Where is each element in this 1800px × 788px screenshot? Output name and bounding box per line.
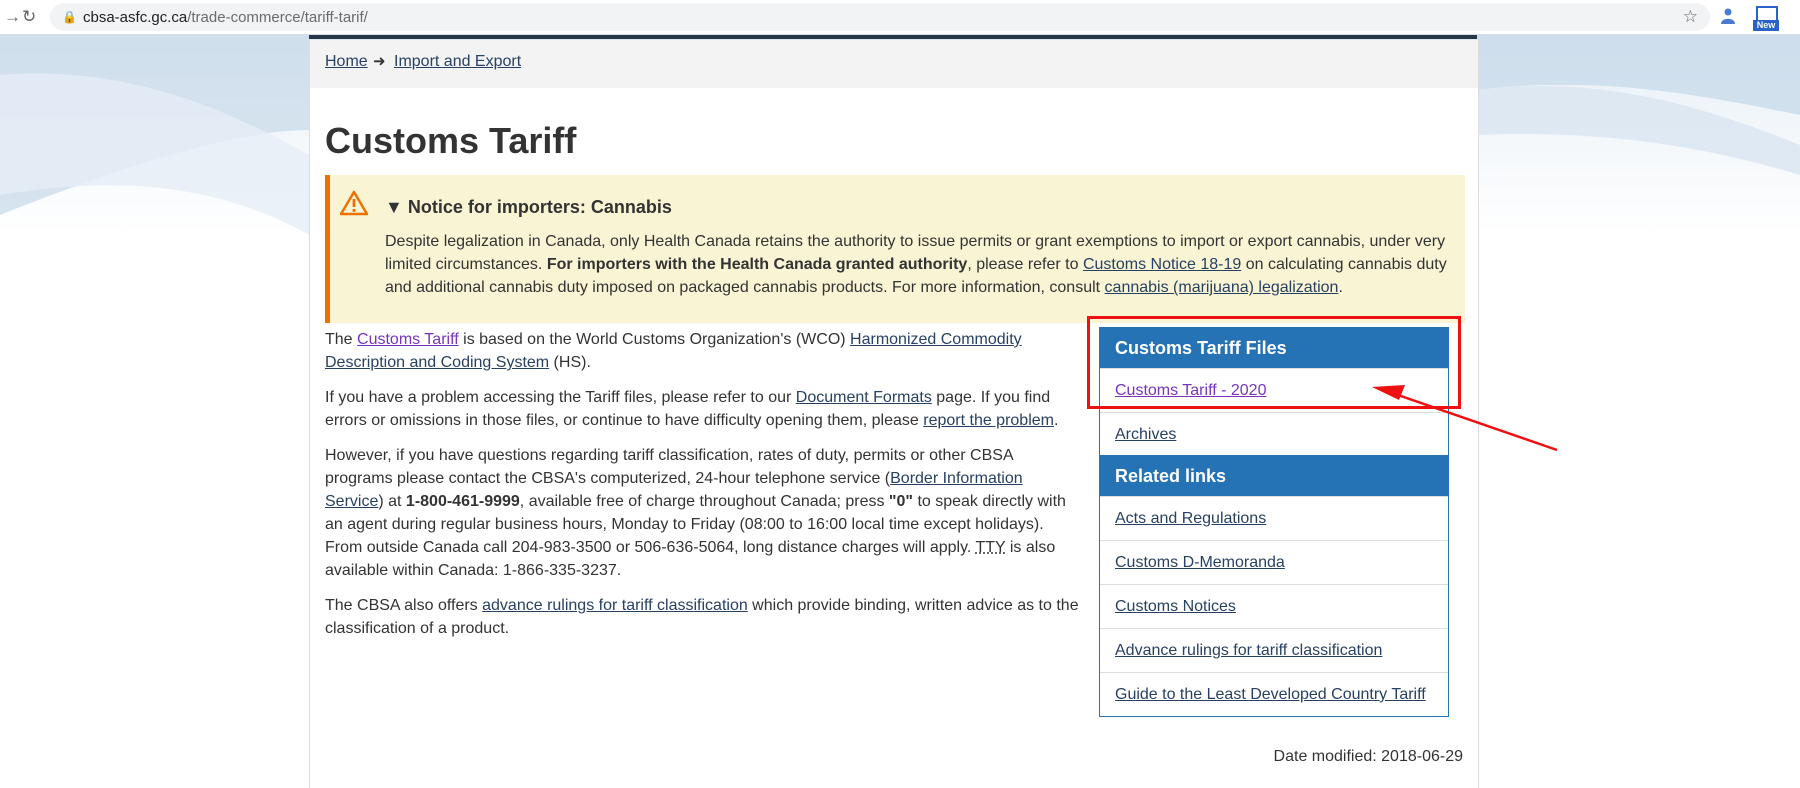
annotation-highlight-box (1087, 316, 1461, 409)
notice-bold-text: For importers with the Health Canada gra… (546, 256, 968, 273)
date-modified: Date modified: 2018-06-29 (1273, 748, 1463, 765)
report-problem-link[interactable]: report the problem (923, 412, 1054, 429)
breadcrumb-arrow-icon: ➜ (373, 53, 386, 70)
customs-notice-18-19-link[interactable]: Customs Notice 18-19 (1083, 256, 1241, 273)
advance-rulings-link[interactable]: advance rulings for tariff classificatio… (482, 597, 748, 614)
cannabis-legalization-link[interactable]: cannabis (marijuana) legalization (1105, 279, 1339, 296)
main-content: The Customs Tariff is based on the World… (325, 328, 1080, 652)
paragraph-3: However, if you have questions regarding… (325, 447, 1066, 579)
breadcrumb-import-export-link[interactable]: Import and Export (394, 53, 521, 71)
panel-item: Customs Notices (1100, 584, 1448, 628)
notice-body: Despite legalization in Canada, only Hea… (385, 230, 1450, 299)
notice-title: Notice for importers: Cannabis (407, 197, 672, 217)
panel-item: Guide to the Least Developed Country Tar… (1100, 672, 1448, 716)
notice-text-4: . (1338, 279, 1343, 296)
advance-rulings-sidebar-link[interactable]: Advance rulings for tariff classificatio… (1115, 642, 1382, 659)
ldc-tariff-guide-link[interactable]: Guide to the Least Developed Country Tar… (1115, 686, 1426, 703)
notice-toggle[interactable]: ▼ Notice for importers: Cannabis (385, 197, 672, 218)
extension-new-icon[interactable]: New (1753, 6, 1779, 31)
breadcrumb: Home ➜ Import and Export (310, 40, 1478, 88)
extension-new-badge: New (1753, 20, 1779, 31)
panel-item: Acts and Regulations (1100, 496, 1448, 540)
panel-item: Advance rulings for tariff classificatio… (1100, 628, 1448, 672)
paragraph-2: If you have a problem accessing the Tari… (325, 389, 1059, 429)
extension-person-icon[interactable] (1721, 8, 1735, 24)
reload-icon[interactable]: ↻ (22, 7, 36, 27)
browser-toolbar: → ↻ 🔒 cbsa-asfc.gc.ca/trade-commerce/tar… (0, 0, 1800, 35)
forward-icon[interactable]: → (4, 7, 21, 27)
panel-item: Archives (1100, 412, 1448, 456)
panel-item: Customs D-Memoranda (1100, 540, 1448, 584)
document-formats-link[interactable]: Document Formats (796, 389, 932, 406)
customs-tariff-link[interactable]: Customs Tariff (357, 331, 459, 348)
caret-down-icon: ▼ (385, 197, 408, 217)
address-bar[interactable]: 🔒 cbsa-asfc.gc.ca/trade-commerce/tariff-… (50, 3, 1710, 31)
page-title: Customs Tariff (325, 120, 577, 161)
acts-and-regulations-link[interactable]: Acts and Regulations (1115, 510, 1266, 527)
warning-icon (339, 190, 369, 221)
cannabis-notice: ▼ Notice for importers: Cannabis Despite… (325, 175, 1465, 323)
phone-number: 1-800-461-9999 (405, 493, 520, 510)
customs-d-memoranda-link[interactable]: Customs D-Memoranda (1115, 554, 1285, 571)
panel-heading: Related links (1100, 456, 1448, 496)
lock-icon: 🔒 (62, 10, 77, 24)
customs-notices-link[interactable]: Customs Notices (1115, 598, 1236, 615)
tty-abbreviation: TTY (975, 539, 1006, 556)
related-links-panel: Related links Acts and Regulations Custo… (1099, 455, 1449, 717)
page-container: Home ➜ Import and Export Customs Tariff … (309, 40, 1479, 788)
breadcrumb-home-link[interactable]: Home (325, 53, 368, 71)
archives-link[interactable]: Archives (1115, 426, 1176, 443)
paragraph-4: The CBSA also offers advance rulings for… (325, 597, 1079, 637)
bookmark-star-icon[interactable]: ☆ (1683, 7, 1698, 27)
paragraph-1: The Customs Tariff is based on the World… (325, 331, 1022, 371)
address-url: cbsa-asfc.gc.ca/trade-commerce/tariff-ta… (83, 9, 368, 26)
notice-text-2: , please refer to (967, 256, 1083, 273)
site-menu-strip (309, 35, 1477, 39)
